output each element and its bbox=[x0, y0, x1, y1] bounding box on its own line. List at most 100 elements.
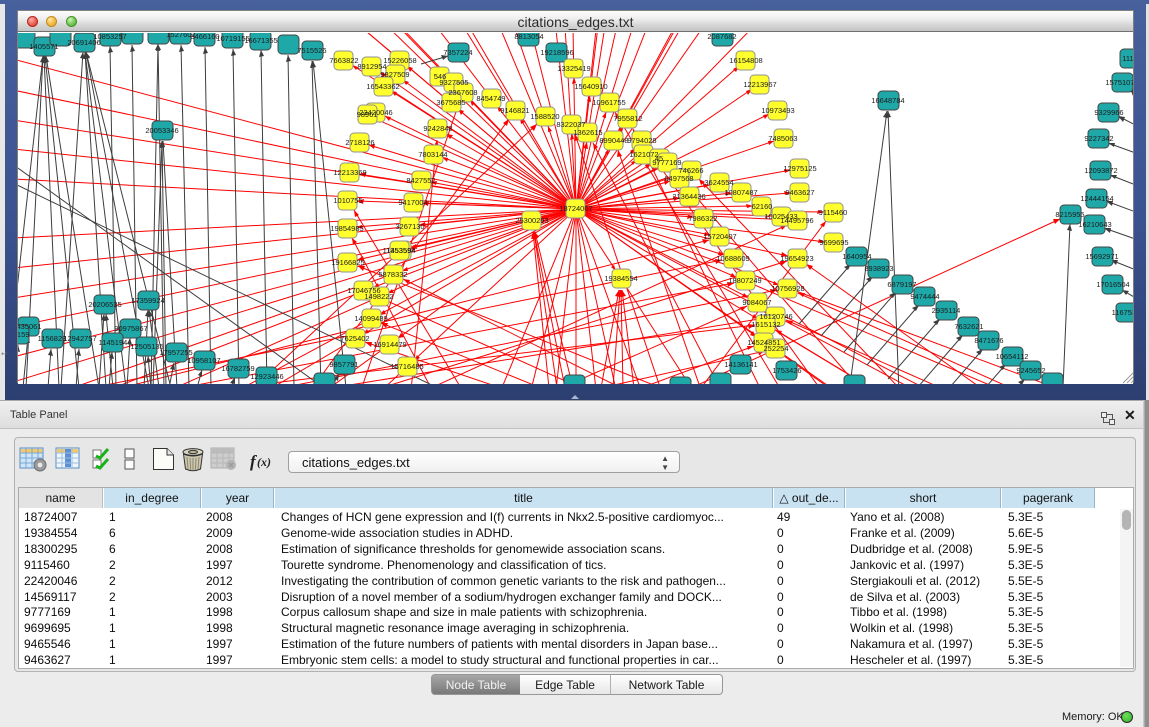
svg-text:10973493: 10973493 bbox=[761, 106, 794, 115]
svg-text:7986322: 7986322 bbox=[688, 214, 717, 223]
svg-text:15751074: 15751074 bbox=[1105, 78, 1133, 87]
svg-text:19218596: 19218596 bbox=[540, 48, 573, 57]
svg-text:7663822: 7663822 bbox=[329, 56, 358, 65]
svg-text:9327505: 9327505 bbox=[439, 78, 468, 87]
svg-text:15716485: 15716485 bbox=[390, 362, 423, 371]
svg-text:1640954: 1640954 bbox=[842, 252, 871, 261]
svg-text:15640910: 15640910 bbox=[574, 82, 607, 91]
svg-text:1588520: 1588520 bbox=[530, 112, 559, 121]
svg-text:17359924: 17359924 bbox=[131, 296, 164, 305]
svg-text:39159: 39159 bbox=[18, 330, 29, 339]
svg-text:12923446: 12923446 bbox=[250, 372, 283, 381]
svg-text:25300293: 25300293 bbox=[515, 216, 548, 225]
svg-text:14136141: 14136141 bbox=[724, 360, 757, 369]
svg-text:10958107: 10958107 bbox=[187, 356, 220, 365]
svg-text:7955812: 7955812 bbox=[613, 114, 642, 123]
svg-text:1615132: 1615132 bbox=[751, 320, 780, 329]
svg-text:9857791: 9857791 bbox=[329, 360, 358, 369]
svg-text:9699695: 9699695 bbox=[819, 238, 848, 247]
svg-text:9474444: 9474444 bbox=[910, 292, 939, 301]
svg-text:10688609: 10688609 bbox=[716, 254, 749, 263]
svg-text:2935114: 2935114 bbox=[932, 306, 961, 315]
svg-text:2718126: 2718126 bbox=[345, 138, 374, 147]
svg-text:1362615: 1362615 bbox=[573, 128, 602, 137]
svg-text:1498222: 1498222 bbox=[364, 292, 393, 301]
svg-text:7515526: 7515526 bbox=[297, 46, 326, 55]
svg-text:9242848: 9242848 bbox=[423, 124, 452, 133]
svg-text:16543362: 16543362 bbox=[366, 82, 399, 91]
svg-text:7485063: 7485063 bbox=[768, 134, 797, 143]
svg-text:12213967: 12213967 bbox=[743, 80, 776, 89]
svg-text:16154808: 16154808 bbox=[729, 56, 762, 65]
svg-text:8215955: 8215955 bbox=[1055, 210, 1084, 219]
svg-text:11353594: 11353594 bbox=[383, 246, 416, 255]
svg-text:16914479: 16914479 bbox=[373, 340, 406, 349]
svg-text:8454749: 8454749 bbox=[476, 94, 505, 103]
svg-text:1145194: 1145194 bbox=[99, 338, 128, 347]
svg-text:6879197: 6879197 bbox=[887, 280, 916, 289]
svg-text:10807487: 10807487 bbox=[724, 188, 757, 197]
svg-text:17016504: 17016504 bbox=[1096, 280, 1129, 289]
svg-text:9794028: 9794028 bbox=[627, 136, 656, 145]
svg-text:6497568: 6497568 bbox=[664, 174, 693, 183]
svg-text:15692971: 15692971 bbox=[1085, 252, 1118, 261]
svg-text:12444154: 12444154 bbox=[1080, 194, 1113, 203]
svg-text:19654923: 19654923 bbox=[780, 254, 813, 263]
svg-text:19384554: 19384554 bbox=[604, 274, 637, 283]
svg-text:98961: 98961 bbox=[357, 110, 378, 119]
svg-text:10961755: 10961755 bbox=[592, 98, 625, 107]
svg-text:1405571: 1405571 bbox=[29, 42, 58, 51]
svg-text:9827509: 9827509 bbox=[380, 70, 409, 79]
svg-text:1753426: 1753426 bbox=[772, 366, 801, 375]
svg-text:10654112: 10654112 bbox=[996, 352, 1029, 361]
svg-text:(x): (x) bbox=[257, 455, 271, 469]
svg-text:9329966: 9329966 bbox=[1094, 108, 1123, 117]
svg-text:9417004: 9417004 bbox=[398, 198, 427, 207]
svg-text:7632621: 7632621 bbox=[954, 322, 983, 331]
svg-text:18807249: 18807249 bbox=[728, 276, 761, 285]
svg-text:3675685: 3675685 bbox=[436, 98, 465, 107]
svg-text:13325419: 13325419 bbox=[557, 64, 590, 73]
svg-text:10853257: 10853257 bbox=[93, 33, 126, 41]
svg-text:9777169: 9777169 bbox=[652, 158, 681, 167]
svg-text:8427552: 8427552 bbox=[406, 176, 435, 185]
svg-text:21364436: 21364436 bbox=[672, 192, 705, 201]
svg-text:14099489: 14099489 bbox=[354, 314, 387, 323]
svg-text:252254: 252254 bbox=[763, 344, 788, 353]
svg-text:7625402: 7625402 bbox=[340, 334, 369, 343]
svg-text:12975125: 12975125 bbox=[783, 164, 816, 173]
svg-text:12213369: 12213369 bbox=[333, 168, 366, 177]
svg-text:90975867: 90975867 bbox=[114, 324, 147, 333]
svg-text:3267130: 3267130 bbox=[395, 222, 424, 231]
svg-text:8990448: 8990448 bbox=[599, 136, 628, 145]
svg-text:15720407: 15720407 bbox=[703, 232, 736, 241]
svg-text:16671355: 16671355 bbox=[244, 36, 277, 45]
svg-text:19854985: 19854985 bbox=[330, 224, 363, 233]
svg-text:9115460: 9115460 bbox=[819, 208, 848, 217]
svg-text:1010755: 1010755 bbox=[333, 196, 362, 205]
svg-text:20206535: 20206535 bbox=[88, 300, 121, 309]
svg-text:9245652: 9245652 bbox=[1016, 366, 1045, 375]
svg-text:15226058: 15226058 bbox=[383, 56, 416, 65]
svg-text:8471676: 8471676 bbox=[974, 336, 1003, 345]
svg-text:9227342: 9227342 bbox=[1084, 134, 1113, 143]
svg-text:2087682: 2087682 bbox=[707, 33, 736, 41]
svg-text:1156829: 1156829 bbox=[38, 334, 67, 343]
svg-text:3624554: 3624554 bbox=[704, 178, 733, 187]
svg-text:10756928: 10756928 bbox=[771, 284, 804, 293]
svg-text:14495796: 14495796 bbox=[780, 216, 813, 225]
svg-text:9463627: 9463627 bbox=[785, 188, 814, 197]
svg-text:9084067: 9084067 bbox=[742, 298, 771, 307]
svg-text:16648784: 16648784 bbox=[871, 96, 904, 105]
svg-text:8813054: 8813054 bbox=[514, 33, 543, 41]
svg-text:1117: 1117 bbox=[1122, 54, 1133, 63]
svg-text:5878332: 5878332 bbox=[378, 270, 407, 279]
svg-text:1167534: 1167534 bbox=[1112, 308, 1133, 317]
svg-text:6466160: 6466160 bbox=[190, 33, 219, 41]
svg-text:8938923: 8938923 bbox=[864, 264, 893, 273]
svg-text:20053346: 20053346 bbox=[145, 126, 178, 135]
svg-text:16210643: 16210643 bbox=[1078, 220, 1111, 229]
svg-text:7357224: 7357224 bbox=[443, 48, 472, 57]
svg-text:19166825: 19166825 bbox=[331, 258, 364, 267]
svg-text:12093872: 12093872 bbox=[1084, 166, 1117, 175]
